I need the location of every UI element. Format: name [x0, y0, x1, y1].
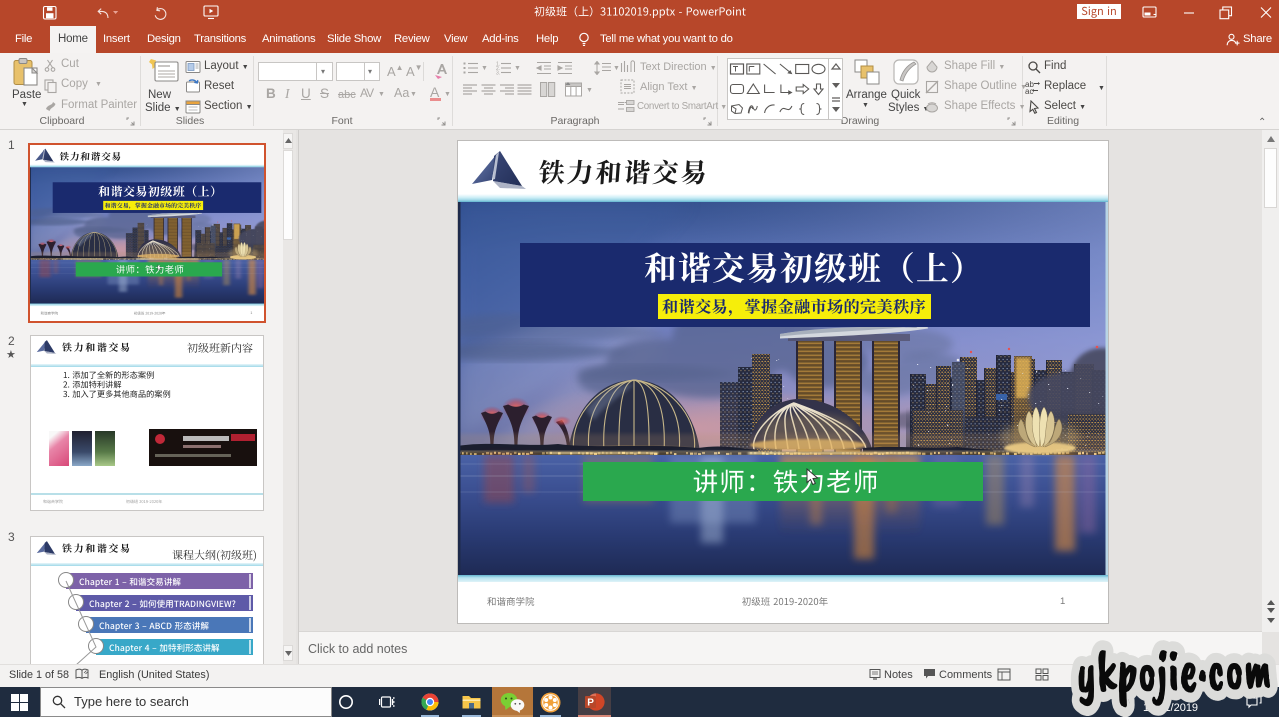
svg-text:3.: 3. — [496, 71, 500, 76]
svg-text:ac: ac — [1025, 87, 1033, 95]
svg-text:P: P — [587, 697, 594, 708]
